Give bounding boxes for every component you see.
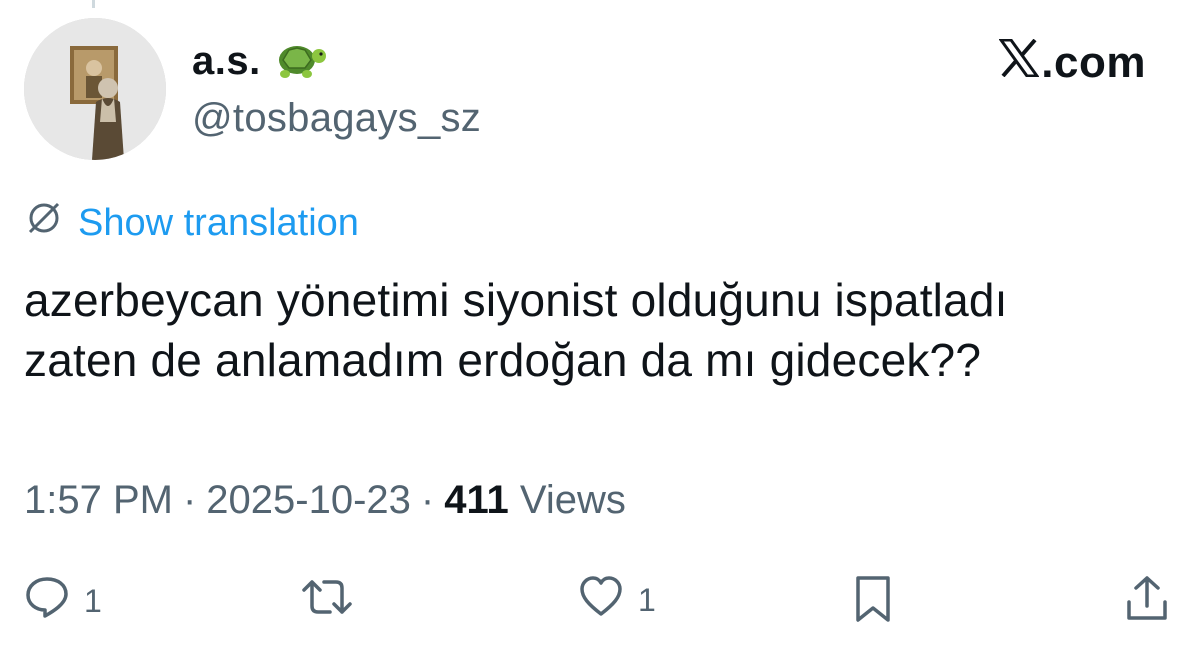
tweet-text-line: zaten de anlamadım erdoğan da mı gidecek… [24, 334, 982, 386]
meta-separator: · [420, 478, 435, 522]
author-name-row[interactable]: a.s. [192, 36, 327, 87]
turtle-emoji-icon [275, 36, 327, 87]
reply-count: 1 [84, 582, 102, 619]
avatar-image [24, 18, 166, 160]
like-button[interactable]: 1 [578, 574, 656, 626]
share-icon [1124, 574, 1170, 632]
share-button[interactable] [1124, 574, 1170, 632]
tweet-action-bar: 1 1 [0, 574, 1200, 634]
heart-icon [578, 574, 624, 626]
like-count: 1 [638, 581, 656, 618]
thread-connector-line [92, 0, 95, 8]
user-handle[interactable]: @tosbagays_sz [192, 96, 481, 141]
repost-button[interactable] [300, 574, 354, 628]
show-translation-link[interactable]: Show translation [24, 198, 359, 248]
tweet-text: azerbeycan yönetimi siyonist olduğunu is… [24, 270, 1174, 390]
views-label: Views [519, 478, 626, 522]
bookmark-button[interactable] [852, 574, 894, 632]
brand-watermark: .com [998, 38, 1146, 88]
tweet-meta: 1:57 PM · 2025-10-23 · 411 Views [24, 478, 626, 523]
reply-button[interactable]: 1 [24, 574, 102, 628]
tweet-text-line: azerbeycan yönetimi siyonist olduğunu is… [24, 274, 1008, 326]
meta-separator: · [182, 478, 197, 522]
show-translation-label[interactable]: Show translation [78, 202, 359, 245]
brand-label: .com [1041, 38, 1146, 87]
globe-icon [24, 198, 64, 248]
x-logo-icon [998, 38, 1041, 88]
reply-icon [24, 574, 70, 628]
tweet-date[interactable]: 2025-10-23 [206, 478, 411, 523]
views-count: 411 [444, 478, 509, 522]
repost-icon [300, 574, 354, 628]
display-name[interactable]: a.s. [192, 39, 261, 84]
avatar[interactable] [24, 18, 166, 160]
bookmark-icon [852, 574, 894, 632]
tweet-time[interactable]: 1:57 PM [24, 478, 173, 523]
